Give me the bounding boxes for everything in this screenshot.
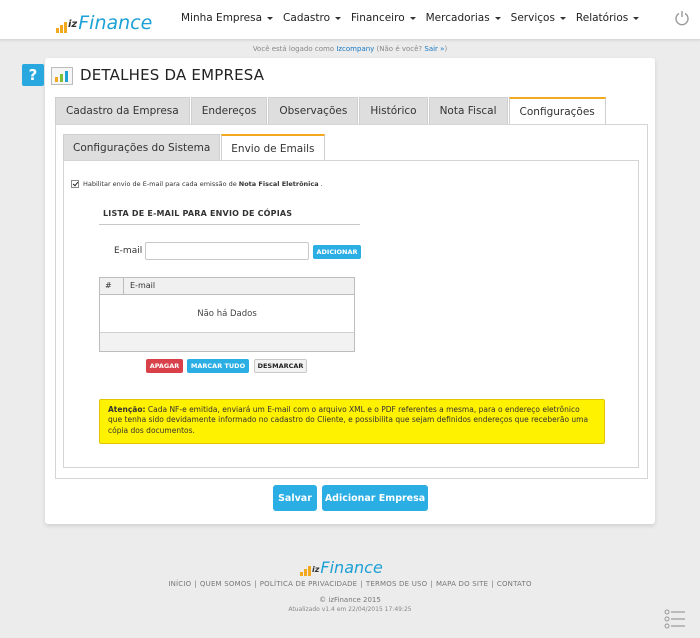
checkbox-label-end: . (320, 180, 323, 188)
tab-enderecos[interactable]: Endereços (190, 97, 268, 124)
nav-label: Financeiro (351, 12, 405, 24)
caret-down-icon (494, 16, 501, 20)
deselect-button[interactable]: DESMARCAR (254, 359, 307, 373)
footer-link-quem-somos[interactable]: QUEM SOMOS (200, 580, 251, 588)
nav-label: Mercadorias (425, 12, 490, 24)
checkbox-label: Habilitar envio de E-mail para cada emis… (83, 180, 237, 188)
logged-user-link[interactable]: Izcompany (336, 45, 374, 53)
footer-link-privacidade[interactable]: POLÍTICA DE PRIVACIDADE (260, 580, 358, 588)
footer-link-contato[interactable]: CONTATO (497, 580, 532, 588)
separator: | (194, 580, 197, 588)
add-company-button[interactable]: Adicionar Empresa (322, 485, 428, 511)
delete-button[interactable]: APAGAR (146, 359, 183, 373)
login-text: Você está logado como (252, 45, 337, 53)
top-navbar: iz Finance Minha Empresa Cadastro Financ… (0, 0, 700, 40)
alert-label: Atenção: (108, 405, 146, 414)
login-text: (Não é você? (374, 45, 425, 53)
email-label: E-mail (114, 246, 143, 256)
email-list-title: LISTA DE E-MAIL PARA ENVIO DE CÓPIAS (99, 209, 360, 225)
footer-link-mapa[interactable]: MAPA DO SITE (436, 580, 488, 588)
caret-down-icon (409, 16, 416, 20)
logo-name: Finance (320, 558, 383, 577)
caret-down-icon (267, 16, 274, 20)
menu-list-icon[interactable] (664, 608, 686, 630)
power-icon[interactable] (674, 10, 690, 26)
separator: | (254, 580, 257, 588)
nav-financeiro[interactable]: Financeiro (346, 12, 421, 24)
column-header-number[interactable]: # (100, 278, 124, 294)
nav-label: Cadastro (283, 12, 331, 24)
footer-updated: Atualizado v1.4 em 22/04/2015 17:49:25 (288, 606, 412, 613)
logo-bars-icon (56, 22, 67, 33)
select-all-button[interactable]: MARCAR TUDO (187, 359, 249, 373)
logo-prefix: iz (312, 565, 320, 574)
login-text: ) (444, 45, 448, 53)
alert-text: Cada NF-e emitida, enviará um E-mail com… (108, 405, 589, 435)
footer-copyright: © izFinance 2015 (319, 596, 381, 604)
nav-label: Minha Empresa (181, 12, 263, 24)
tab-cadastro-empresa[interactable]: Cadastro da Empresa (55, 97, 190, 124)
logout-link[interactable]: Sair » (424, 45, 444, 53)
add-email-button[interactable]: ADICIONAR (313, 245, 361, 259)
separator: | (491, 580, 494, 588)
subtab-envio-emails[interactable]: Envio de Emails (221, 134, 325, 161)
grid-footer (100, 333, 354, 351)
checkbox-label-bold: Nota Fiscal Eletrônica (238, 180, 319, 188)
logo-prefix: iz (68, 19, 78, 30)
nav-minha-empresa[interactable]: Minha Empresa (176, 12, 278, 24)
subtab-config-sistema[interactable]: Configurações do Sistema (63, 134, 221, 160)
nav-servicos[interactable]: Serviços (506, 12, 571, 24)
nav-label: Relatórios (575, 12, 629, 24)
tab-historico[interactable]: Histórico (359, 97, 428, 124)
nav-cadastro[interactable]: Cadastro (278, 12, 346, 24)
email-input[interactable] (145, 242, 309, 260)
save-button[interactable]: Salvar (273, 485, 317, 511)
chart-report-icon (51, 67, 73, 85)
page-title: DETALHES DA EMPRESA (80, 66, 265, 84)
help-icon[interactable]: ? (22, 64, 44, 86)
caret-down-icon (559, 16, 566, 20)
nav-label: Serviços (510, 12, 555, 24)
separator: | (430, 580, 433, 588)
column-header-email[interactable]: E-mail (124, 278, 354, 294)
grid-header: # E-mail (100, 278, 354, 295)
separator: | (360, 580, 363, 588)
attention-alert: Atenção: Cada NF-e emitida, enviará um E… (99, 399, 605, 444)
grid-empty-message: Não há Dados (100, 295, 354, 333)
footer-link-inicio[interactable]: INÍCIO (168, 580, 191, 588)
main-tabs: Cadastro da Empresa Endereços Observaçõe… (55, 97, 607, 125)
login-status: Você está logado como Izcompany (Não é v… (0, 45, 700, 53)
footer-logo[interactable]: iz Finance (300, 556, 383, 576)
caret-down-icon (633, 16, 640, 20)
brand-logo[interactable]: iz Finance (56, 7, 152, 33)
tab-nota-fiscal[interactable]: Nota Fiscal (428, 97, 508, 124)
tab-configuracoes[interactable]: Configurações (508, 97, 606, 125)
logo-bars-icon (300, 566, 311, 576)
nav-relatorios[interactable]: Relatórios (571, 12, 644, 24)
enable-email-checkbox[interactable] (71, 180, 79, 188)
main-nav: Minha Empresa Cadastro Financeiro Mercad… (176, 12, 644, 24)
nav-mercadorias[interactable]: Mercadorias (421, 12, 506, 24)
footer-links: INÍCIO | QUEM SOMOS | POLÍTICA DE PRIVACIDAD… (0, 580, 700, 588)
email-grid: # E-mail Não há Dados (99, 277, 355, 352)
footer-link-termos[interactable]: TERMOS DE USO (366, 580, 428, 588)
logo-name: Finance (78, 12, 153, 34)
tab-observacoes[interactable]: Observações (268, 97, 359, 124)
enable-email-option[interactable]: Habilitar envio de E-mail para cada emis… (71, 180, 323, 188)
sub-tabs: Configurações do Sistema Envio de Emails (63, 134, 326, 161)
caret-down-icon (335, 16, 342, 20)
